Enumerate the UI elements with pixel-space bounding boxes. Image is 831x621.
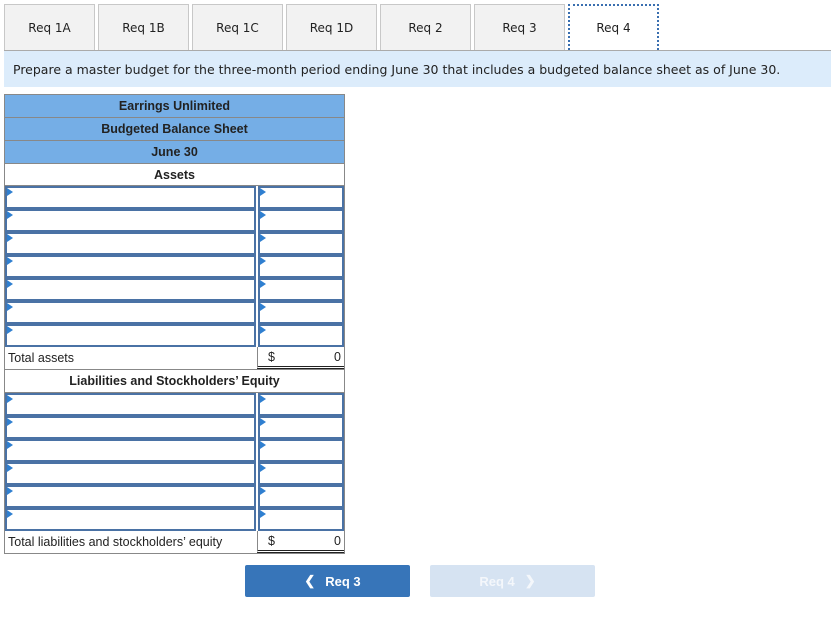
liability-rows: [4, 393, 345, 531]
asset-account-dropdown[interactable]: [5, 278, 256, 301]
dropdown-marker-icon: [7, 188, 13, 196]
requirement-tabs: Req 1A Req 1B Req 1C Req 1D Req 2 Req 3 …: [4, 4, 662, 51]
dropdown-marker-icon: [259, 418, 266, 426]
liability-row: [4, 439, 345, 462]
liability-row: [4, 462, 345, 485]
tab-req-1c[interactable]: Req 1C: [192, 4, 283, 50]
dropdown-marker-icon: [7, 257, 13, 265]
liability-row: [4, 508, 345, 531]
liability-amount-input[interactable]: [257, 462, 344, 485]
dropdown-marker-icon: [259, 487, 266, 495]
prev-req-label: Req 3: [325, 573, 361, 589]
dropdown-marker-icon: [7, 234, 13, 242]
asset-row: [4, 209, 345, 232]
liability-account-dropdown[interactable]: [5, 393, 256, 416]
total-assets-row: Total assets $ 0: [4, 347, 345, 370]
liability-amount-input[interactable]: [257, 393, 344, 416]
asset-row: [4, 278, 345, 301]
dropdown-marker-icon: [7, 395, 13, 403]
currency-symbol: $: [268, 533, 275, 548]
asset-amount-input[interactable]: [257, 301, 344, 324]
asset-amount-input[interactable]: [257, 324, 344, 347]
asset-amount-input[interactable]: [257, 209, 344, 232]
dropdown-marker-icon: [259, 464, 266, 472]
total-liabilities-value: 0: [334, 533, 341, 548]
dropdown-marker-icon: [7, 464, 13, 472]
dropdown-marker-icon: [259, 234, 266, 242]
liability-amount-input[interactable]: [257, 508, 344, 531]
asset-account-dropdown[interactable]: [5, 301, 256, 324]
tab-req-4[interactable]: Req 4: [568, 4, 659, 50]
dropdown-marker-icon: [259, 303, 266, 311]
dropdown-marker-icon: [259, 441, 266, 449]
asset-amount-input[interactable]: [257, 232, 344, 255]
dropdown-marker-icon: [259, 280, 266, 288]
liability-account-dropdown[interactable]: [5, 485, 256, 508]
chevron-left-icon: ❮: [304, 573, 316, 588]
dropdown-marker-icon: [7, 211, 13, 219]
tab-req-1d[interactable]: Req 1D: [286, 4, 377, 50]
balance-sheet: Earrings Unlimited Budgeted Balance Shee…: [4, 94, 345, 554]
tab-req-2[interactable]: Req 2: [380, 4, 471, 50]
currency-symbol: $: [268, 349, 275, 364]
dropdown-marker-icon: [259, 510, 266, 518]
dropdown-marker-icon: [7, 303, 13, 311]
dropdown-marker-icon: [259, 326, 266, 334]
tab-req-1a[interactable]: Req 1A: [4, 4, 95, 50]
dropdown-marker-icon: [7, 510, 13, 518]
dropdown-marker-icon: [259, 395, 266, 403]
liability-amount-input[interactable]: [257, 485, 344, 508]
dropdown-marker-icon: [7, 326, 13, 334]
asset-rows: [4, 186, 345, 347]
chevron-right-icon: ❯: [524, 573, 536, 588]
liability-row: [4, 393, 345, 416]
asset-account-dropdown[interactable]: [5, 209, 256, 232]
total-liabilities-label: Total liabilities and stockholders’ equi…: [8, 535, 223, 549]
dropdown-marker-icon: [7, 418, 13, 426]
liability-row: [4, 485, 345, 508]
liability-account-dropdown[interactable]: [5, 508, 256, 531]
total-liabilities-row: Total liabilities and stockholders’ equi…: [4, 531, 345, 554]
liability-account-dropdown[interactable]: [5, 439, 256, 462]
total-assets-amount: $ 0: [257, 347, 344, 369]
sheet-title: Budgeted Balance Sheet: [4, 117, 345, 140]
assets-heading: Assets: [4, 163, 345, 186]
asset-row: [4, 301, 345, 324]
total-assets-label: Total assets: [8, 351, 75, 365]
dropdown-marker-icon: [259, 211, 266, 219]
tab-req-1b[interactable]: Req 1B: [98, 4, 189, 50]
asset-amount-input[interactable]: [257, 186, 344, 209]
dropdown-marker-icon: [7, 280, 13, 288]
total-liabilities-amount: $ 0: [257, 531, 344, 553]
liabilities-heading: Liabilities and Stockholders’ Equity: [4, 370, 345, 393]
tab-req-3[interactable]: Req 3: [474, 4, 565, 50]
asset-row: [4, 186, 345, 209]
asset-account-dropdown[interactable]: [5, 324, 256, 347]
liability-row: [4, 416, 345, 439]
dropdown-marker-icon: [259, 188, 266, 196]
dropdown-marker-icon: [7, 441, 13, 449]
next-req-label: Req 4: [479, 573, 515, 589]
asset-account-dropdown[interactable]: [5, 255, 256, 278]
asset-row: [4, 255, 345, 278]
instruction-text: Prepare a master budget for the three-mo…: [4, 51, 831, 87]
asset-account-dropdown[interactable]: [5, 186, 256, 209]
liability-amount-input[interactable]: [257, 416, 344, 439]
dropdown-marker-icon: [7, 487, 13, 495]
dropdown-marker-icon: [259, 257, 266, 265]
prev-req-button[interactable]: ❮ Req 3: [245, 565, 410, 597]
liability-amount-input[interactable]: [257, 439, 344, 462]
asset-amount-input[interactable]: [257, 255, 344, 278]
total-assets-value: 0: [334, 349, 341, 364]
liability-account-dropdown[interactable]: [5, 416, 256, 439]
sheet-date: June 30: [4, 140, 345, 163]
asset-account-dropdown[interactable]: [5, 232, 256, 255]
liability-account-dropdown[interactable]: [5, 462, 256, 485]
company-name: Earrings Unlimited: [4, 94, 345, 117]
asset-row: [4, 324, 345, 347]
next-req-button[interactable]: Req 4 ❯: [430, 565, 595, 597]
asset-row: [4, 232, 345, 255]
asset-amount-input[interactable]: [257, 278, 344, 301]
